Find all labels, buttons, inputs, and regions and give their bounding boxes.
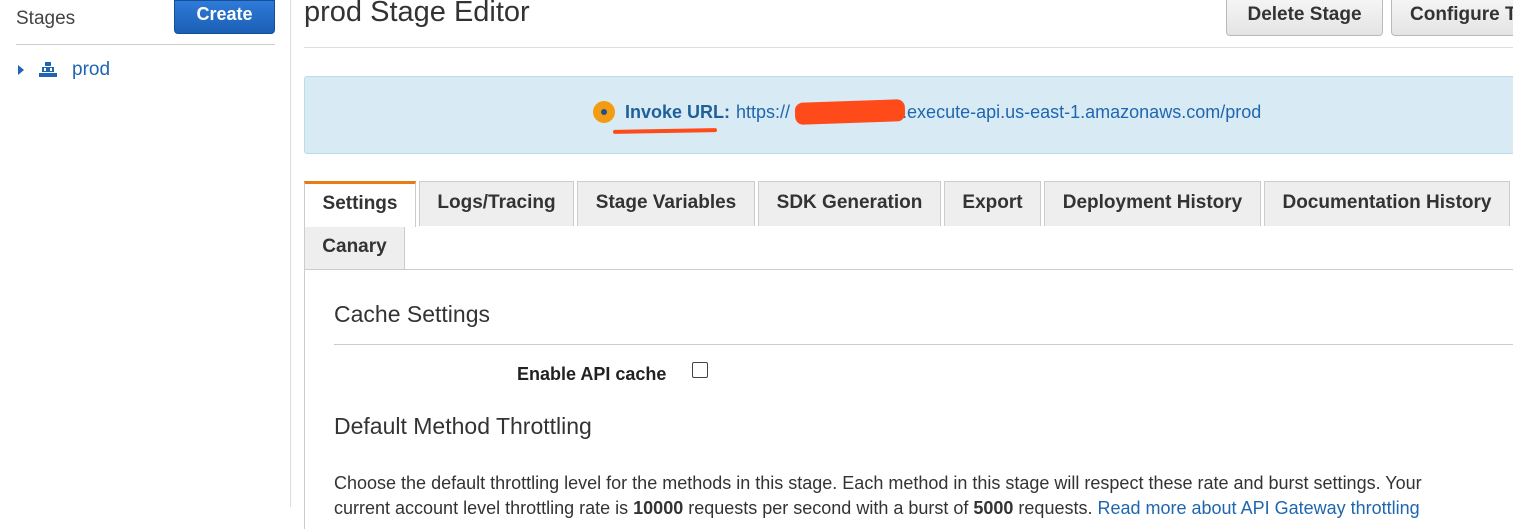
page-title: prod Stage Editor: [304, 0, 530, 28]
tab-stage-variables[interactable]: Stage Variables: [577, 181, 755, 226]
tab-export[interactable]: Export: [944, 181, 1041, 226]
tab-logs-tracing[interactable]: Logs/Tracing: [419, 181, 574, 226]
cache-settings-title: Cache Settings: [334, 301, 490, 327]
throttling-desc-line2-b: requests per second with a burst of: [683, 498, 974, 518]
stages-sidebar: Stages Create prod: [0, 0, 291, 507]
enable-api-cache-label: Enable API cache: [517, 364, 667, 384]
sidebar-title: Stages: [16, 8, 76, 29]
tab-deployment-history[interactable]: Deployment History: [1044, 181, 1261, 226]
cache-settings-divider: [334, 344, 1513, 345]
invoke-url-label: Invoke URL:: [625, 101, 731, 122]
invoke-url-suffix: .execute-api.us-east-1.amazonaws.com/pro…: [902, 101, 1262, 122]
annotation-underline: [612, 128, 718, 134]
throttling-desc-line1: Choose the default throttling level for …: [334, 473, 1422, 493]
tab-canary[interactable]: Canary: [304, 225, 405, 270]
tree-item-prod[interactable]: prod: [18, 58, 110, 82]
delete-stage-button[interactable]: Delete Stage: [1226, 0, 1383, 36]
throttling-desc-line2-a: current account level throttling rate is: [334, 498, 634, 518]
configure-button[interactable]: Configure T: [1391, 0, 1513, 36]
tree-item-label: prod: [72, 59, 111, 80]
invoke-url-row: Invoke URL: https:// .execute-api.us-east…: [593, 99, 1261, 125]
throttling-read-more-link[interactable]: Read more about API Gateway throttling: [1097, 498, 1419, 518]
redaction-scribble: [794, 99, 906, 125]
invoke-url-prefix: https://: [736, 101, 791, 122]
caret-right-icon[interactable]: [18, 65, 24, 75]
throttling-description: Choose the default throttling level for …: [334, 471, 1504, 521]
tab-sdk-generation[interactable]: SDK Generation: [758, 181, 941, 226]
enable-api-cache-checkbox[interactable]: [692, 362, 708, 378]
header-divider: [304, 47, 1513, 48]
invoke-url-panel: Invoke URL: https:// .execute-api.us-east…: [304, 76, 1513, 154]
throttling-rate: 10000: [633, 498, 684, 518]
tab-settings[interactable]: Settings: [304, 181, 416, 227]
status-dot-icon: [593, 101, 615, 123]
stage-icon: [39, 62, 57, 77]
sidebar-divider: [16, 44, 275, 45]
throttling-title: Default Method Throttling: [334, 413, 592, 439]
throttling-burst: 5000: [973, 498, 1014, 518]
create-button[interactable]: Create: [174, 0, 275, 34]
tab-documentation-history[interactable]: Documentation History: [1264, 181, 1510, 226]
throttling-desc-line2-c: requests.: [1013, 498, 1098, 518]
